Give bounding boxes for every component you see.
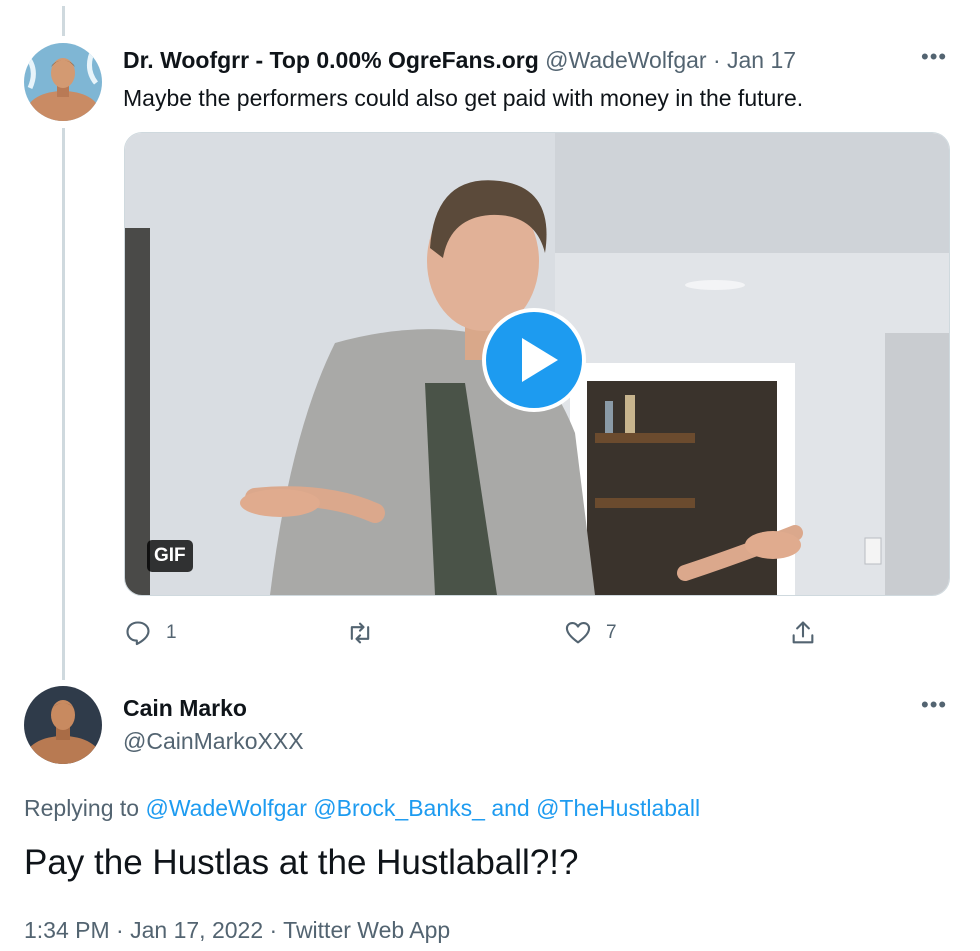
more-horizontal-icon: ••• [921,692,948,717]
thread-line-middle [62,128,65,680]
share-icon [792,621,814,644]
more-horizontal-icon: ••• [921,44,948,69]
separator-dot: · [116,917,124,943]
tweet-date[interactable]: Jan 17, 2022 [130,917,263,943]
tweet1-header: Dr. Woofgrr - Top 0.00% OgreFans.org @Wa… [123,47,796,74]
reply-icon [126,621,150,646]
play-icon [486,312,582,408]
reply-button[interactable]: 1 [124,618,177,648]
tweet-meta: 1:34 PM · Jan 17, 2022 · Twitter Web App [24,917,450,944]
tweet-text: Pay the Hustlas at the Hustlaball?!? [24,843,579,882]
like-count: 7 [606,622,617,643]
thread-line-top [62,6,65,36]
more-options-button[interactable]: ••• [921,692,947,718]
mention-wadewolfgar[interactable]: @WadeWolfgar [145,795,306,821]
gif-media[interactable]: GIF [124,132,950,596]
avatar-photo [24,43,102,121]
avatar-cain-marko[interactable] [24,686,102,764]
tweet-date[interactable]: Jan 17 [727,47,796,73]
replying-prefix: Replying to [24,795,140,821]
more-options-button[interactable]: ••• [921,44,947,70]
user-handle[interactable]: @WadeWolfgar [545,47,706,73]
heart-icon [565,622,591,644]
mention-and[interactable]: and [491,795,529,821]
display-name[interactable]: Dr. Woofgrr - Top 0.00% OgreFans.org [123,47,539,73]
tweet-time[interactable]: 1:34 PM [24,917,110,943]
retweet-icon [350,622,370,644]
tweet-source: Twitter Web App [283,917,451,943]
share-button[interactable] [789,618,817,648]
play-button[interactable] [482,308,586,412]
separator-dot: · [269,917,278,943]
mention-thehustlaball[interactable]: @TheHustlaball [536,795,700,821]
tweet-text: Maybe the performers could also get paid… [123,85,804,111]
avatar-wade-wolfgar[interactable] [24,43,102,121]
separator-dot: · [712,47,721,73]
user-handle[interactable]: @CainMarkoXXX [123,728,304,755]
avatar-photo [24,686,102,764]
gif-badge: GIF [147,540,193,572]
retweet-button[interactable] [346,618,388,648]
display-name[interactable]: Cain Marko [123,695,247,721]
tweet2-header: Cain Marko [123,695,247,722]
like-button[interactable]: 7 [564,618,617,648]
reply-count: 1 [166,622,177,643]
mention-brock-banks[interactable]: @Brock_Banks_ [313,795,485,821]
replying-to: Replying to @WadeWolfgar @Brock_Banks_ a… [24,795,700,822]
